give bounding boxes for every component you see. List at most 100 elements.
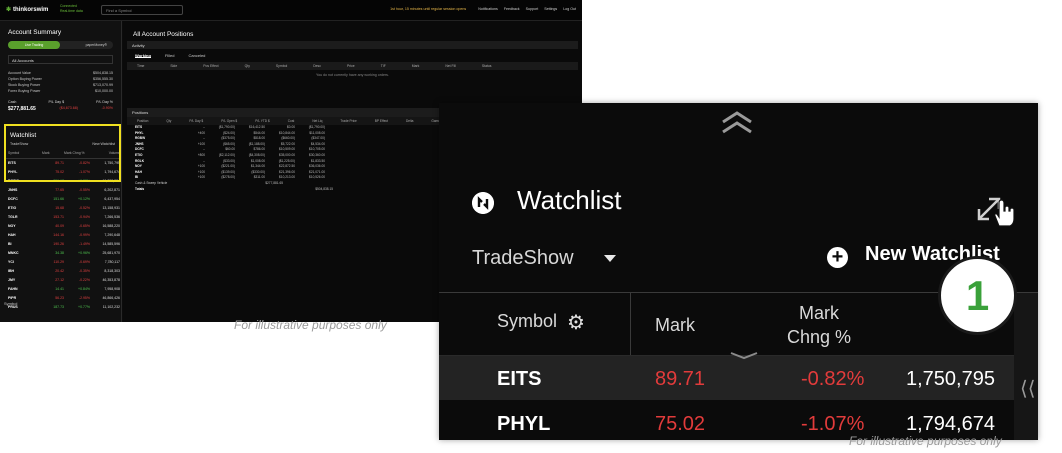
side-collapse-tab[interactable]: ⟨⟨ [1014, 293, 1038, 440]
position-net-liq: $10,526.00 [309, 175, 325, 180]
order-col-header[interactable]: Mark [412, 64, 420, 68]
account-row-value: $356,555.30 [93, 77, 113, 81]
position-col-header[interactable]: P/L Open $ [221, 119, 237, 123]
position-col-header[interactable]: BP Effect [375, 119, 388, 123]
order-tabs: Working Filled Canceled [127, 51, 578, 60]
order-col-header[interactable]: Pos Effect [203, 64, 218, 68]
order-col-header[interactable]: TIF [381, 64, 386, 68]
col-symbol-header[interactable]: Symbol [497, 311, 557, 332]
row-mark: 187.73 [53, 305, 64, 309]
gear-icon[interactable]: ⚙ [567, 310, 585, 335]
logout-link[interactable]: Log Out [563, 7, 576, 11]
row-chg: -0.55% [78, 188, 90, 192]
row-volume: 6,202,871 [104, 188, 120, 192]
position-col-header[interactable]: Cost [288, 119, 295, 123]
watchlist-small-row[interactable]: DCFC 151.66 +0.12% 6,437,954 [6, 195, 120, 204]
row-mark: 190.26 [53, 242, 64, 246]
app-logo: ✻ thinkorswim [6, 6, 48, 13]
row-symbol: JMY [8, 278, 16, 282]
order-col-header[interactable]: Side [170, 64, 177, 68]
watchlist-small-row[interactable]: MNKC 34.38 +0.96% 25,681,970 [6, 249, 120, 258]
double-chevron-left-icon[interactable]: ⟨⟨ [1020, 376, 1036, 401]
row-mark: 151.66 [53, 197, 64, 201]
watchlist-small-row[interactable]: PRUS 187.73 +0.77% 11,102,232 [6, 303, 120, 312]
row-volume: 8,318,303 [104, 269, 120, 273]
symbol-footer[interactable]: Symbol [4, 301, 17, 306]
pl-day-pct-value: -0.90% [101, 106, 113, 110]
row-mark: 75.02 [655, 413, 706, 435]
row-symbol: NOY [8, 224, 16, 228]
watchlist-small-row[interactable]: FAHN 14.41 +0.84% 7,958,908 [6, 285, 120, 294]
cash-value: $277,881.65 [8, 106, 36, 112]
row-chg: -0.99% [78, 233, 90, 237]
cash-label: Cash [8, 100, 17, 104]
row-chg: -0.35% [78, 269, 90, 273]
feedback-link[interactable]: Feedback [504, 7, 520, 11]
order-col-header[interactable]: Qty [245, 64, 250, 68]
find-symbol-input[interactable]: Find a Symbol [101, 5, 183, 15]
toggle-live[interactable]: Live Trading [8, 41, 60, 49]
connection-status: Connected Real-time data [60, 4, 83, 14]
watchlist-small-row[interactable]: JNHS 77.65 -0.55% 6,202,871 [6, 186, 120, 195]
row-symbol[interactable]: PHYL [497, 413, 550, 436]
row-chg: -0.22% [78, 278, 90, 282]
watchlist-small-row[interactable]: NOY 40.09 -0.65% 16,588,220 [6, 222, 120, 231]
row-symbol: MNKC [8, 251, 19, 255]
toggle-paper[interactable]: paperMoney® [86, 41, 107, 49]
row-volume: 1,794,674 [906, 413, 995, 435]
top-bar: ✻ thinkorswim Connected Real-time data Fin… [0, 0, 582, 21]
position-col-header[interactable]: Qty [166, 119, 171, 123]
order-col-header[interactable]: Price [347, 64, 355, 68]
row-mark: 40.09 [55, 224, 64, 228]
order-col-header[interactable]: Net Fill [445, 64, 456, 68]
trading-mode-toggle[interactable]: Live Trading paperMoney® [8, 41, 113, 49]
caption-small: For illustrative purposes only [234, 318, 387, 332]
watchlist-small-row[interactable]: PIPR 56.23 -2.95% 46,866,426 [6, 294, 120, 303]
watchlist-small-row[interactable]: ETIO 15.68 -0.52% 13,158,931 [6, 204, 120, 213]
row-symbol: HAH [8, 233, 16, 237]
row-volume: 46,866,426 [102, 296, 120, 300]
row-volume: 11,102,232 [102, 305, 120, 309]
row-chg: -0.69% [78, 260, 90, 264]
position-col-header[interactable]: Net Liq [312, 119, 322, 123]
account-select[interactable]: All Accounts [8, 55, 113, 64]
row-volume: 7,780,117 [104, 260, 120, 264]
row-mark: 34.38 [55, 251, 64, 255]
plus-icon[interactable]: + [827, 247, 848, 268]
notifications-link[interactable]: Notifications [478, 7, 498, 11]
watchlist-small-row[interactable]: YCI 110.29 -0.69% 7,780,117 [6, 258, 120, 267]
row-chg: -0.82% [801, 368, 865, 390]
watchlist-small-row[interactable]: HAH 144.16 -0.99% 7,290,648 [6, 231, 120, 240]
row-symbol: FAHN [8, 287, 18, 291]
watchlist-small-row[interactable]: BI 190.26 -1.49% 14,585,596 [6, 240, 120, 249]
watchlist-small-row[interactable]: TGLR 153.71 -0.94% 7,266,536 [6, 213, 120, 222]
order-col-header[interactable]: Status [482, 64, 492, 68]
order-col-header[interactable]: Time [137, 64, 144, 68]
watchlist-small-row[interactable]: IBH 20.42 -0.35% 8,318,303 [6, 267, 120, 276]
settings-link[interactable]: Settings [544, 7, 557, 11]
top-right-links: 1st hour, 15 minutes until regular sessi… [385, 7, 576, 11]
order-col-header[interactable]: Desc [313, 64, 321, 68]
watchlist-name-select[interactable]: TradeShow [472, 247, 574, 270]
col-mark-chng-header[interactable]: Mark Chng % [779, 301, 859, 349]
activity-bar[interactable]: Activity [127, 41, 578, 49]
order-col-header[interactable]: Symbol [276, 64, 287, 68]
logo-text: thinkorswim [13, 7, 49, 13]
chevron-down-icon[interactable] [604, 255, 616, 262]
tab-canceled[interactable]: Canceled [189, 53, 206, 58]
col-mark-header[interactable]: Mark [655, 315, 695, 336]
collapse-up-icon[interactable] [719, 110, 755, 136]
watchlist-small-row[interactable]: JMY 27.12 -0.22% 46,353,878 [6, 276, 120, 285]
position-col-header[interactable]: P/L YTD $ [255, 119, 270, 123]
col-mark-chng-line1: Mark [799, 303, 839, 323]
tab-working[interactable]: Working [135, 53, 151, 58]
position-col-header[interactable]: Delta [406, 119, 413, 123]
row-symbol: DCFC [8, 197, 18, 201]
tab-filled[interactable]: Filled [165, 53, 175, 58]
position-col-header[interactable]: Trade Price [340, 119, 356, 123]
pl-day-pct-label: P/L Day % [96, 100, 113, 104]
row-symbol[interactable]: EITS [497, 368, 541, 391]
position-col-header[interactable]: P/L Day $ [189, 119, 203, 123]
support-link[interactable]: Support [526, 7, 539, 11]
position-col-header[interactable]: Position [137, 119, 148, 123]
